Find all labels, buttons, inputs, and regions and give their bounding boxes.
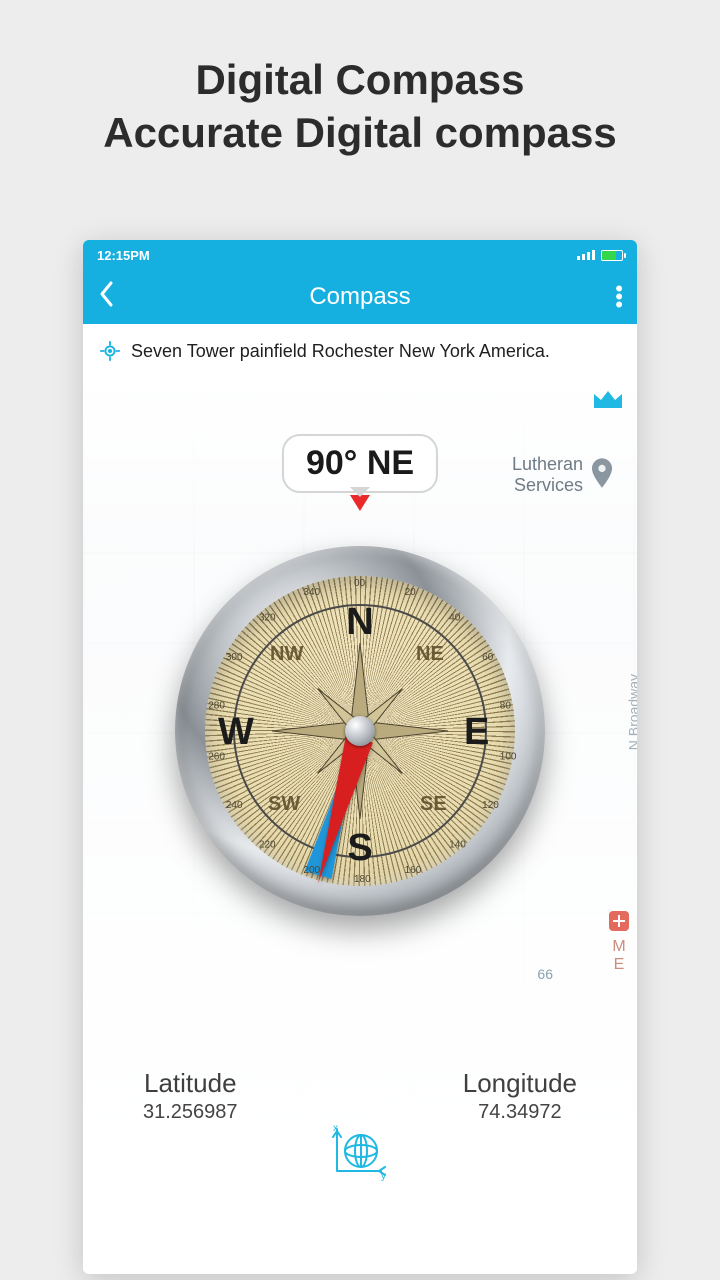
premium-crown-button[interactable] bbox=[591, 386, 625, 419]
compass-degree-label: 140 bbox=[449, 839, 466, 850]
compass-degree-label: 120 bbox=[482, 800, 499, 811]
phone-frame: 12:15PM Compass ••• Seven Tower painfiel… bbox=[83, 240, 637, 1274]
compass-dir-nw: NW bbox=[270, 643, 303, 666]
compass-degree-label: 340 bbox=[303, 587, 320, 598]
compass-degree-label: 160 bbox=[405, 865, 422, 876]
heading-readout: 90° NE bbox=[282, 434, 438, 493]
overflow-menu-button[interactable]: ••• bbox=[587, 285, 623, 309]
compass-degree-label: 240 bbox=[226, 800, 243, 811]
svg-text:y: y bbox=[381, 1171, 386, 1182]
screen-title: Compass bbox=[133, 283, 587, 311]
map-poi-lutheran: Lutheran Services bbox=[512, 454, 613, 496]
compass-degree-label: 100 bbox=[500, 752, 517, 763]
heading-text: 90° NE bbox=[306, 444, 414, 482]
compass-hub-icon bbox=[345, 716, 375, 746]
map-route-label: 66 bbox=[537, 966, 553, 982]
compass-degree-label: 280 bbox=[208, 700, 225, 711]
longitude-label: Longitude bbox=[463, 1068, 577, 1099]
compass-dir-n: N bbox=[346, 601, 373, 644]
promo-line-2: Accurate Digital compass bbox=[0, 107, 720, 160]
compass-dir-w: W bbox=[218, 711, 254, 754]
compass-degree-label: 180 bbox=[354, 874, 371, 885]
content-area: Seven Tower painfield Rochester New York… bbox=[83, 324, 637, 1274]
compass-degree-label: 00 bbox=[354, 578, 365, 589]
map-hospital-label: M E bbox=[607, 909, 631, 974]
svg-text:x: x bbox=[333, 1123, 338, 1134]
compass-degree-label: 40 bbox=[449, 613, 460, 624]
status-bar: 12:15PM bbox=[83, 240, 637, 270]
compass-degree-label: 20 bbox=[405, 587, 416, 598]
compass-degree-label: 260 bbox=[208, 752, 225, 763]
latitude-block: Latitude 31.256987 bbox=[143, 1068, 238, 1124]
location-text: Seven Tower painfield Rochester New York… bbox=[131, 341, 550, 362]
battery-icon bbox=[601, 250, 623, 261]
coordinates-globe-button[interactable]: x y bbox=[329, 1121, 391, 1188]
coordinates: Latitude 31.256987 Longitude 74.34972 bbox=[83, 1068, 637, 1124]
compass-degree-label: 200 bbox=[303, 865, 320, 876]
location-icon bbox=[99, 340, 121, 362]
compass-dir-sw: SW bbox=[268, 793, 300, 816]
map-pin-icon bbox=[591, 458, 613, 493]
signal-icon bbox=[577, 250, 595, 260]
promo-line-1: Digital Compass bbox=[0, 54, 720, 107]
heading-caret-icon bbox=[350, 495, 370, 521]
latitude-label: Latitude bbox=[143, 1068, 238, 1099]
app-bar: Compass ••• bbox=[83, 270, 637, 324]
longitude-value: 74.34972 bbox=[463, 1101, 577, 1124]
latitude-value: 31.256987 bbox=[143, 1101, 238, 1124]
compass-degree-label: 60 bbox=[482, 652, 493, 663]
promo-title: Digital Compass Accurate Digital compass bbox=[0, 0, 720, 159]
compass-degree-label: 80 bbox=[500, 700, 511, 711]
back-button[interactable] bbox=[97, 280, 133, 315]
compass-dir-s: S bbox=[347, 827, 372, 870]
status-time: 12:15PM bbox=[97, 248, 150, 263]
compass-dir-se: SE bbox=[420, 793, 447, 816]
compass-degree-label: 320 bbox=[259, 613, 276, 624]
compass-dir-ne: NE bbox=[416, 643, 444, 666]
compass-dir-e: E bbox=[464, 711, 489, 754]
compass[interactable]: N E S W NE SE SW NW 00 20 40 60 80 100 120 140 1… bbox=[175, 546, 545, 916]
compass-degree-label: 300 bbox=[226, 652, 243, 663]
location-row[interactable]: Seven Tower painfield Rochester New York… bbox=[83, 324, 637, 378]
compass-degree-label: 220 bbox=[259, 839, 276, 850]
longitude-block: Longitude 74.34972 bbox=[463, 1068, 577, 1124]
map-street-label: N Broadway bbox=[625, 674, 637, 750]
